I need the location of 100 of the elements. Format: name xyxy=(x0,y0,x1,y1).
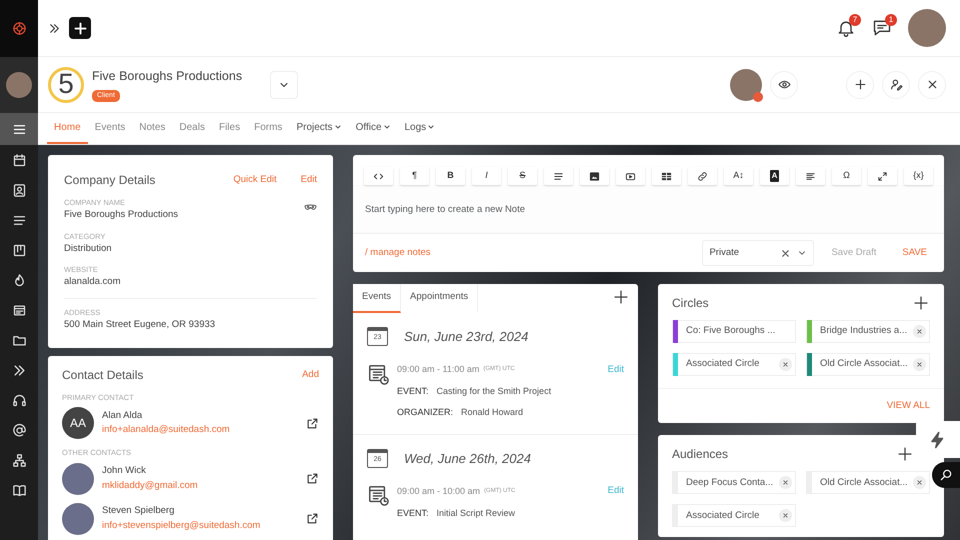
event-field-value: Ronald Howard xyxy=(461,406,524,420)
field-value: alanalda.com xyxy=(64,275,122,290)
toolbar-button[interactable] xyxy=(796,167,825,185)
remove-button[interactable] xyxy=(779,476,792,490)
board-icon[interactable] xyxy=(12,242,26,258)
toolbar-button[interactable]: Ω xyxy=(832,167,861,185)
message-count: 1 xyxy=(885,14,897,26)
toolbar-button[interactable]: B xyxy=(436,167,465,185)
double-chevron-icon[interactable] xyxy=(12,362,26,378)
notification-count: 7 xyxy=(849,14,861,26)
nav-tab[interactable]: Notes xyxy=(132,112,172,144)
chip[interactable]: Associated Circle xyxy=(672,504,796,528)
external-link-icon xyxy=(306,416,319,430)
toolbar-button[interactable]: ¶ xyxy=(400,167,429,185)
close-icon xyxy=(916,479,923,486)
nav-tab[interactable]: Files xyxy=(212,112,248,144)
clear-icon xyxy=(780,248,792,258)
chip[interactable]: Deep Focus Conta... xyxy=(672,471,796,494)
sitemap-icon[interactable] xyxy=(12,452,26,468)
toolbar-button[interactable] xyxy=(616,167,645,185)
open-external-button[interactable] xyxy=(306,416,319,430)
book-icon[interactable] xyxy=(12,482,26,498)
video-icon xyxy=(625,170,636,182)
calendar-icon[interactable] xyxy=(12,152,26,168)
image-icon xyxy=(589,170,600,182)
double-chevron-icon xyxy=(48,22,61,34)
close-icon xyxy=(926,78,938,91)
nav-tab[interactable]: Office xyxy=(348,112,398,144)
chip[interactable]: Old Circle Associat... xyxy=(806,471,930,494)
status-badge xyxy=(753,92,763,102)
card-title: Audiences xyxy=(672,446,728,464)
open-external-button[interactable] xyxy=(306,512,319,525)
avatar xyxy=(62,502,94,534)
open-external-button[interactable] xyxy=(306,472,319,485)
chip[interactable]: Associated Circle xyxy=(672,353,796,376)
toolbar-button[interactable] xyxy=(580,167,609,185)
nav-tab[interactable]: Projects xyxy=(289,112,349,144)
plus-icon xyxy=(854,78,866,91)
event-time: 09:00 am - 10:00 am xyxy=(397,484,480,498)
event-date: Sun, June 23rd, 2024 xyxy=(404,328,528,346)
add-event-button[interactable] xyxy=(612,288,630,306)
code-icon xyxy=(373,170,384,182)
nav-tab[interactable]: Events xyxy=(88,112,132,144)
remove-button[interactable] xyxy=(913,358,926,371)
messages-button[interactable] xyxy=(872,18,892,38)
visibility-select[interactable]: Private xyxy=(702,240,814,266)
toolbar-button[interactable]: I xyxy=(472,167,501,185)
remove-button[interactable] xyxy=(913,325,926,338)
search-icon xyxy=(939,468,953,482)
add-button[interactable] xyxy=(846,70,874,98)
link-icon xyxy=(697,170,708,182)
close-icon xyxy=(782,361,789,368)
nav-tab[interactable]: Deals xyxy=(172,112,212,144)
field-value: Distribution xyxy=(64,242,113,256)
remove-button[interactable] xyxy=(779,358,792,371)
add-button[interactable] xyxy=(69,17,91,39)
events-tab[interactable]: Events xyxy=(353,284,402,313)
user-avatar[interactable] xyxy=(908,9,946,47)
nav-tab[interactable]: Forms xyxy=(247,112,290,144)
headset-icon[interactable] xyxy=(12,392,26,408)
toolbar-button[interactable]: A xyxy=(760,167,789,185)
company-name: Five Boroughs Productions xyxy=(92,68,242,85)
at-sign-icon[interactable] xyxy=(12,422,26,438)
logo-icon[interactable] xyxy=(12,21,26,36)
toolbar-button[interactable]: S xyxy=(508,167,537,185)
toolbar-button[interactable] xyxy=(544,167,573,185)
align-icon xyxy=(805,170,816,182)
remove-button[interactable] xyxy=(913,476,926,490)
card-title: Company Details xyxy=(64,172,156,189)
note-input[interactable]: Start typing here to create a new Note xyxy=(353,185,944,233)
close-icon xyxy=(782,512,789,520)
user-avatar[interactable] xyxy=(6,72,32,98)
contact-name: Alan Alda xyxy=(102,409,144,423)
field-value: Five Boroughs Productions xyxy=(64,208,180,222)
close-button[interactable] xyxy=(918,70,946,98)
nav-tab[interactable]: Logs xyxy=(398,112,442,144)
view-button[interactable] xyxy=(770,70,798,98)
search-button[interactable] xyxy=(932,462,960,488)
table-icon xyxy=(661,170,672,182)
chip[interactable]: Co: Five Boroughs ... xyxy=(672,320,796,343)
toolbar-button[interactable]: A↕ xyxy=(724,167,753,185)
toolbar-button[interactable] xyxy=(652,167,681,185)
contact-card-icon[interactable] xyxy=(12,182,26,198)
add-button[interactable] xyxy=(912,294,930,312)
add-button[interactable] xyxy=(896,445,914,464)
avatar: AA xyxy=(62,407,94,440)
event-time: 09:00 am - 11:00 am xyxy=(397,362,480,376)
card-title: Circles xyxy=(672,295,709,312)
chip[interactable]: Bridge Industries a... xyxy=(806,320,930,343)
toolbar-button[interactable] xyxy=(688,167,717,185)
toolbar-button[interactable] xyxy=(868,167,897,185)
edit-user-button[interactable] xyxy=(882,70,910,98)
chip[interactable]: Old Circle Associat... xyxy=(806,353,930,376)
plus-icon xyxy=(612,288,630,306)
plus-icon xyxy=(896,445,914,464)
expand-sidebar-button[interactable] xyxy=(48,22,61,34)
chat-icon xyxy=(872,18,892,38)
window-icon[interactable] xyxy=(12,302,26,318)
toolbar-button[interactable]: {x} xyxy=(904,167,933,185)
remove-button[interactable] xyxy=(779,509,792,522)
